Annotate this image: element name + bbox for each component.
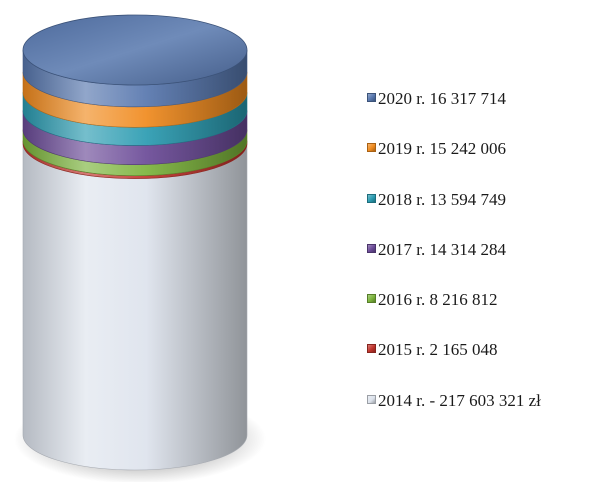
legend-swatch — [367, 193, 376, 203]
legend-item: 2020 r. 16 317 714 — [367, 88, 607, 109]
legend-label: 2016 r. 8 216 812 — [378, 290, 498, 310]
legend-item: 2014 r. - 217 603 321 zł — [367, 390, 607, 411]
chart-legend: 2020 r. 16 317 714 2019 r. 15 242 006 2018… — [367, 88, 607, 440]
legend-swatch — [367, 394, 376, 404]
legend-swatch — [367, 243, 376, 253]
legend-label: 2018 r. 13 594 749 — [378, 189, 506, 209]
legend-label: 2019 r. 15 242 006 — [378, 139, 506, 159]
legend-swatch — [367, 294, 376, 304]
cylinder-top-cap — [22, 14, 248, 86]
legend-item: 2015 r. 2 165 048 — [367, 339, 607, 360]
legend-item: 2018 r. 13 594 749 — [367, 189, 607, 210]
legend-swatch — [367, 143, 376, 153]
legend-label: 2015 r. 2 165 048 — [378, 340, 498, 360]
legend-item: 2016 r. 8 216 812 — [367, 289, 607, 310]
legend-swatch — [367, 93, 376, 102]
legend-item: 2017 r. 14 314 284 — [367, 239, 607, 260]
legend-label: 2017 r. 14 314 284 — [378, 239, 506, 259]
legend-item: 2019 r. 15 242 006 — [367, 138, 607, 159]
legend-label: 2020 r. 16 317 714 — [378, 89, 506, 108]
legend-label: 2014 r. - 217 603 321 zł — [378, 390, 541, 410]
legend-swatch — [367, 344, 376, 354]
cylinder-segment-2014 — [22, 143, 248, 471]
